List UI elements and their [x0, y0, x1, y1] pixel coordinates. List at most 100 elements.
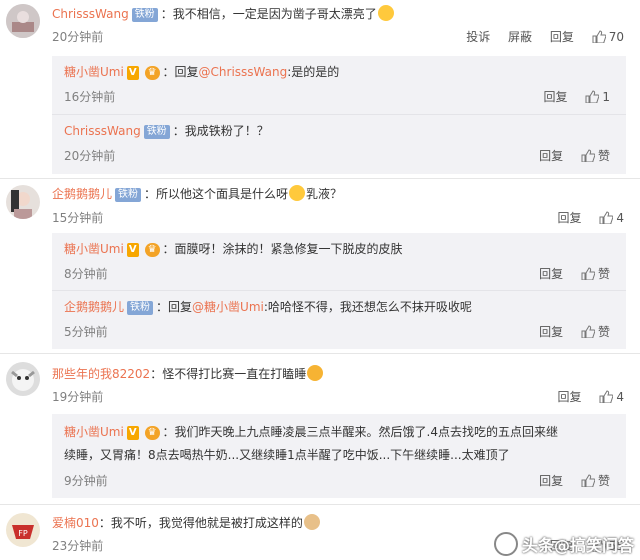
- reply-line: 糖小凿Umi V ♛ ：面膜呀！涂抹的！紧急修复一下脱皮的皮肤: [64, 239, 616, 259]
- verified-badge: V: [126, 66, 139, 80]
- avatar[interactable]: [6, 185, 40, 219]
- like-count: 赞: [597, 474, 610, 488]
- reply-line: 糖小凿Umi V ♛ ：回复@ChrisssWang:是的是的: [64, 62, 616, 82]
- verified-badge: V: [126, 426, 139, 440]
- username[interactable]: 爱楠010: [52, 516, 99, 530]
- reply-button[interactable]: 回复: [539, 472, 563, 489]
- comment-text-tail: 乳液？: [306, 187, 343, 201]
- reply-item: 糖小凿Umi V ♛ ：我们昨天晚上九点睡凌晨三点半醒来。然后饿了.4点去找吃的五点回…: [52, 414, 626, 498]
- comment-line: 爱楠010：我不听，我觉得他就是被打成这样的: [52, 513, 630, 533]
- timestamp: 19分钟前: [52, 390, 104, 404]
- thumbs-up-icon: [599, 211, 614, 224]
- reply-actions: 回复 赞: [525, 323, 610, 340]
- fan-badge: 铁粉: [115, 188, 142, 202]
- avatar[interactable]: [6, 362, 40, 396]
- reply-item: ChrisssWang 铁粉 ：我成铁粉了！？ 20分钟前 回复 赞: [52, 115, 626, 173]
- block-button[interactable]: 屏蔽: [508, 28, 532, 45]
- mention-link[interactable]: @糖小凿Umi: [192, 300, 264, 314]
- avatar[interactable]: FP: [6, 513, 40, 547]
- thumbs-up-icon: [581, 267, 595, 280]
- avatar-image: [6, 4, 40, 38]
- avatar-image: [6, 362, 40, 396]
- verified-badge: V: [126, 243, 139, 257]
- like-count: 4: [616, 211, 624, 225]
- crown-badge-icon: ♛: [144, 426, 160, 440]
- reply-text: ：面膜呀！涂抹的！紧急修复一下脱皮的皮肤: [162, 242, 403, 256]
- timestamp: 23分钟前: [52, 539, 104, 553]
- like-button[interactable]: 赞: [581, 265, 610, 282]
- timestamp: 16分钟前: [64, 90, 116, 104]
- reply-button[interactable]: 回复: [539, 323, 563, 340]
- like-button[interactable]: 赞: [581, 323, 610, 340]
- like-count: 赞: [597, 325, 610, 339]
- reply-button[interactable]: 回复: [550, 28, 574, 45]
- thumbs-up-icon: [581, 325, 595, 338]
- username[interactable]: 糖小凿Umi: [64, 425, 124, 439]
- avatar-image: [6, 185, 40, 219]
- thumbs-up-icon: [599, 390, 614, 403]
- like-count: 赞: [597, 149, 610, 163]
- thumbs-up-icon: [592, 30, 606, 43]
- reply-button[interactable]: 回复: [558, 209, 582, 226]
- fan-badge: 铁粉: [131, 8, 158, 22]
- reply-text: :哈哈怪不得，我还想怎么不抹开吸收呢: [263, 300, 472, 314]
- crown-badge-icon: ♛: [144, 243, 160, 257]
- reply-item: 企鹅鹅鹅儿 铁粉 ：回复@糖小凿Umi:哈哈怪不得，我还想怎么不抹开吸收呢 5分钟前…: [52, 291, 626, 349]
- reply-button[interactable]: 回复: [544, 88, 568, 105]
- username[interactable]: 那些年的我82202: [52, 367, 150, 381]
- reply-thread: 糖小凿Umi V ♛ ：面膜呀！涂抹的！紧急修复一下脱皮的皮肤 8分钟前 回复 赞 企…: [52, 233, 626, 349]
- cat-emoji-icon: [303, 514, 320, 530]
- laughing-emoji-icon: [289, 185, 306, 201]
- comment-actions: 投诉 屏蔽 回复 70: [452, 28, 624, 45]
- like-button[interactable]: 1: [585, 90, 610, 104]
- fan-badge: 铁粉: [127, 301, 154, 315]
- report-button[interactable]: 投诉: [466, 28, 490, 45]
- like-count: 4: [616, 390, 624, 404]
- sleepy-emoji-icon: [307, 365, 324, 381]
- username[interactable]: 糖小凿Umi: [64, 65, 124, 79]
- like-button[interactable]: 70: [592, 30, 624, 44]
- comment-text: ：所以他这个面具是什么呀: [144, 187, 289, 201]
- thumbs-up-icon: [581, 149, 595, 162]
- username[interactable]: ChrisssWang: [52, 7, 129, 21]
- reply-button[interactable]: 回复: [539, 265, 563, 282]
- timestamp: 15分钟前: [52, 211, 104, 225]
- reply-button[interactable]: 回复: [558, 388, 582, 405]
- username[interactable]: 企鹅鹅鹅儿: [52, 187, 112, 201]
- reply-prefix: ：回复: [156, 300, 193, 314]
- username[interactable]: ChrisssWang: [64, 124, 141, 138]
- reply-actions: 回复 1: [530, 88, 610, 105]
- comment-line: 企鹅鹅鹅儿 铁粉 ：所以他这个面具是什么呀 乳液？: [52, 184, 630, 204]
- reply-item: 糖小凿Umi V ♛ ：面膜呀！涂抹的！紧急修复一下脱皮的皮肤 8分钟前 回复 赞: [52, 233, 626, 291]
- reply-text: :是的是的: [287, 65, 340, 79]
- like-button[interactable]: 赞: [581, 147, 610, 164]
- like-count: 70: [608, 30, 624, 44]
- username[interactable]: 企鹅鹅鹅儿: [64, 300, 124, 314]
- reply-line-2: 续睡，又胃痛！8点去喝热牛奶...又继续睡1点半醒了吃中饭...下午继续睡...…: [64, 445, 616, 465]
- reply-thread: 糖小凿Umi V ♛ ：回复@ChrisssWang:是的是的 16分钟前 回复 1 …: [52, 56, 626, 174]
- timestamp: 20分钟前: [64, 149, 116, 163]
- face-emoji-icon: [377, 5, 394, 21]
- svg-text:FP: FP: [18, 529, 28, 538]
- avatar[interactable]: [6, 4, 40, 38]
- reply-actions: 回复 赞: [525, 265, 610, 282]
- comment-text: ：怪不得打比赛一直在打瞌睡: [150, 367, 307, 381]
- watermark: 头条@搞笑问答: [493, 532, 634, 556]
- comment-line: 那些年的我82202：怪不得打比赛一直在打瞌睡: [52, 364, 630, 384]
- reply-line: 企鹅鹅鹅儿 铁粉 ：回复@糖小凿Umi:哈哈怪不得，我还想怎么不抹开吸收呢: [64, 297, 616, 317]
- timestamp: 8分钟前: [64, 267, 108, 281]
- timestamp: 5分钟前: [64, 325, 108, 339]
- reply-text: ：我成铁粉了！？: [172, 124, 269, 138]
- mention-link[interactable]: @ChrisssWang: [199, 65, 288, 79]
- like-button[interactable]: 4: [599, 390, 624, 404]
- comment-1: ChrisssWang 铁粉 ：我不相信，一定是因为凿子哥太漂亮了 20分钟前 投诉…: [0, 0, 640, 179]
- like-button[interactable]: 4: [599, 211, 624, 225]
- like-button[interactable]: 赞: [581, 472, 610, 489]
- timestamp: 9分钟前: [64, 474, 108, 488]
- username[interactable]: 糖小凿Umi: [64, 242, 124, 256]
- watermark-text: 头条@搞笑问答: [521, 536, 634, 555]
- reply-actions: 回复 赞: [525, 472, 610, 489]
- thumbs-up-icon: [581, 474, 595, 487]
- reply-button[interactable]: 回复: [539, 147, 563, 164]
- avatar-image: FP: [6, 513, 40, 547]
